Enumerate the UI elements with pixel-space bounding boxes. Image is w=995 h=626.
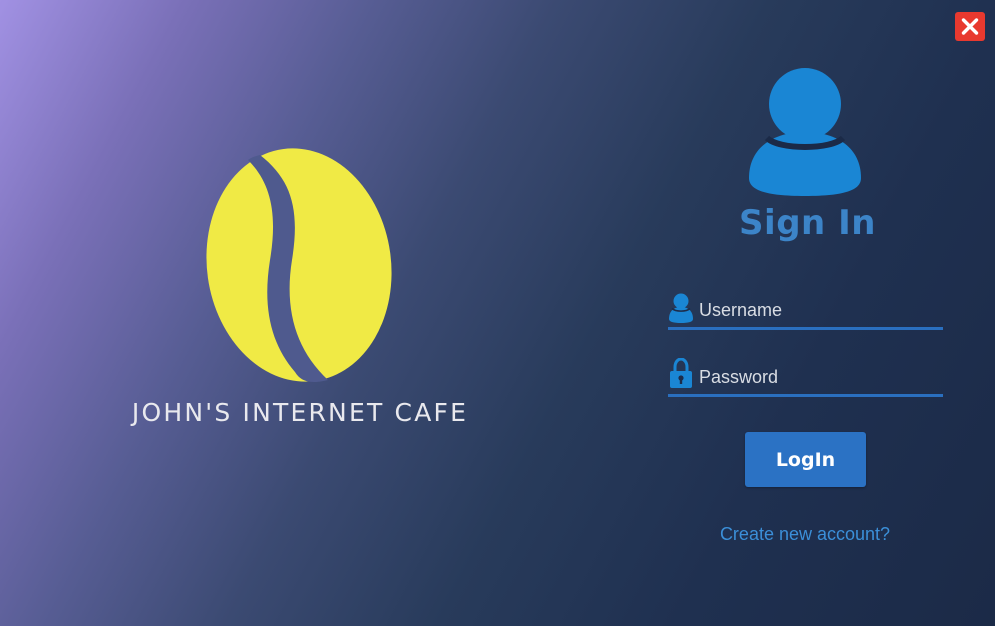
user-avatar-icon: [749, 68, 861, 196]
lock-icon: [670, 358, 692, 388]
username-field[interactable]: [668, 291, 943, 330]
create-account-link[interactable]: Create new account?: [690, 524, 920, 545]
brand-name: JOHN'S INTERNET CAFE: [131, 398, 469, 427]
coffee-bean-icon: [206, 148, 392, 383]
login-window: JOHN'S INTERNET CAFE Sign In LogIn Creat…: [0, 0, 995, 626]
signin-title: Sign In: [739, 203, 876, 243]
close-button[interactable]: [955, 12, 985, 41]
username-input[interactable]: [699, 297, 939, 323]
password-input[interactable]: [699, 364, 939, 390]
close-icon: [961, 18, 979, 35]
login-button[interactable]: LogIn: [745, 432, 866, 487]
password-field[interactable]: [668, 358, 943, 397]
user-icon: [669, 293, 693, 323]
